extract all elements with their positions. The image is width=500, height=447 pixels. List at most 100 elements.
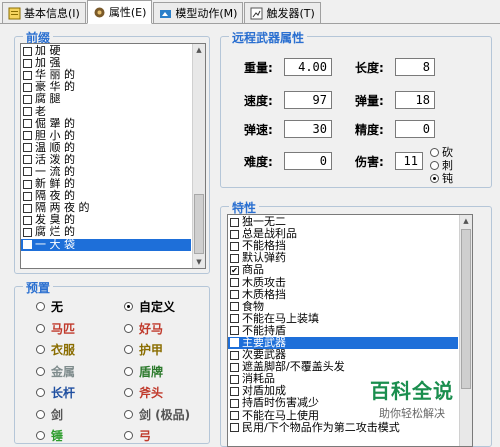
checkbox[interactable] bbox=[230, 290, 239, 300]
checkbox[interactable]: ✔ bbox=[230, 265, 239, 275]
checkbox[interactable] bbox=[23, 58, 32, 68]
field-input[interactable]: 18 bbox=[395, 91, 435, 109]
checkbox[interactable] bbox=[230, 423, 239, 433]
list-item[interactable]: 腐 烂 的 bbox=[21, 226, 191, 238]
radio-button[interactable] bbox=[124, 388, 133, 397]
radio-button[interactable] bbox=[36, 302, 45, 311]
scrollbar-thumb[interactable] bbox=[461, 229, 471, 389]
radio-button[interactable] bbox=[124, 302, 133, 311]
preset-radio[interactable]: 锤 bbox=[36, 427, 63, 444]
checkbox[interactable] bbox=[23, 143, 32, 153]
checkbox[interactable] bbox=[230, 241, 239, 251]
preset-radio[interactable]: 马匹 bbox=[36, 320, 75, 337]
radio-button[interactable] bbox=[36, 323, 45, 333]
preset-radio[interactable]: 长杆 bbox=[36, 384, 75, 401]
list-item[interactable]: 老 bbox=[21, 105, 191, 117]
list-item[interactable]: 木质格挡 bbox=[228, 288, 458, 301]
list-item[interactable]: 胆 小 的 bbox=[21, 129, 191, 142]
field-input[interactable]: 8 bbox=[395, 58, 435, 76]
preset-radio[interactable]: 护甲 bbox=[124, 341, 163, 358]
field-input[interactable]: 4.00 bbox=[284, 58, 332, 76]
scroll-up-icon[interactable]: ▲ bbox=[193, 44, 205, 56]
list-item[interactable]: ✔ 一 大 袋 bbox=[21, 238, 191, 251]
checkbox[interactable] bbox=[230, 229, 239, 239]
checkbox[interactable] bbox=[23, 227, 32, 237]
list-item[interactable]: 木质攻击 bbox=[228, 276, 458, 288]
tab-attributes[interactable]: 属性(E) bbox=[86, 0, 153, 24]
list-item[interactable]: ✔ 商品 bbox=[228, 264, 458, 276]
field-input[interactable]: 97 bbox=[284, 91, 332, 109]
radio-button[interactable] bbox=[430, 173, 439, 183]
list-item[interactable]: 腐 腿 bbox=[21, 93, 191, 105]
list-item[interactable]: 食物 bbox=[228, 300, 458, 313]
damage-type-radio[interactable]: 钝 bbox=[430, 170, 453, 186]
field-input[interactable]: 0 bbox=[284, 152, 332, 170]
radio-button[interactable] bbox=[36, 431, 45, 440]
radio-button[interactable] bbox=[36, 409, 45, 419]
checkbox[interactable] bbox=[23, 215, 32, 225]
checkbox[interactable] bbox=[230, 302, 239, 312]
checkbox[interactable] bbox=[23, 119, 32, 129]
radio-button[interactable] bbox=[124, 323, 133, 333]
checkbox[interactable] bbox=[230, 386, 239, 396]
tab-basic-info[interactable]: 基本信息(I) bbox=[2, 2, 86, 23]
radio-button[interactable] bbox=[124, 409, 133, 419]
radio-button[interactable] bbox=[36, 388, 45, 397]
preset-radio[interactable]: 剑 bbox=[36, 406, 63, 423]
prefix-scrollbar[interactable]: ▲ ▼ bbox=[192, 44, 205, 268]
checkbox[interactable] bbox=[230, 326, 239, 336]
radio-button[interactable] bbox=[36, 366, 45, 376]
list-item[interactable]: 倔 犟 的 bbox=[21, 117, 191, 130]
preset-radio[interactable]: 自定义 bbox=[124, 298, 175, 315]
checkbox[interactable] bbox=[23, 82, 32, 92]
scroll-down-icon[interactable]: ▼ bbox=[193, 256, 205, 268]
field-input[interactable]: 0 bbox=[395, 120, 435, 138]
checkbox[interactable] bbox=[23, 167, 32, 177]
checkbox[interactable] bbox=[23, 94, 32, 104]
checkbox[interactable] bbox=[23, 203, 32, 213]
scrollbar-thumb[interactable] bbox=[194, 194, 204, 254]
preset-radio[interactable]: 弓 bbox=[124, 427, 151, 444]
preset-radio[interactable]: 好马 bbox=[124, 320, 163, 337]
traits-scrollbar[interactable]: ▲ bbox=[459, 215, 472, 446]
checkbox[interactable] bbox=[230, 398, 239, 408]
checkbox[interactable] bbox=[23, 107, 32, 117]
checkbox[interactable] bbox=[23, 70, 32, 80]
checkbox[interactable] bbox=[230, 314, 239, 324]
preset-radio[interactable]: 衣服 bbox=[36, 341, 75, 358]
checkbox[interactable] bbox=[23, 155, 32, 165]
checkbox[interactable] bbox=[23, 179, 32, 189]
radio-button[interactable] bbox=[430, 147, 439, 157]
checkbox[interactable] bbox=[23, 46, 32, 56]
scroll-up-icon[interactable]: ▲ bbox=[460, 215, 472, 227]
checkbox[interactable]: ✔ bbox=[230, 338, 239, 348]
radio-button[interactable] bbox=[430, 160, 439, 170]
checkbox[interactable] bbox=[230, 362, 239, 372]
field-input[interactable]: 30 bbox=[284, 120, 332, 138]
checkbox[interactable] bbox=[230, 217, 239, 227]
checkbox[interactable] bbox=[230, 253, 239, 263]
checkbox[interactable] bbox=[230, 350, 239, 360]
preset-radio[interactable]: 金属 bbox=[36, 363, 75, 380]
radio-button[interactable] bbox=[124, 431, 133, 440]
radio-button[interactable] bbox=[36, 345, 45, 354]
checkbox[interactable] bbox=[230, 374, 239, 384]
preset-radio[interactable]: 无 bbox=[36, 298, 63, 315]
preset-radio[interactable]: 盾牌 bbox=[124, 363, 163, 380]
prefix-items: 加 硬加 强华 丽 的豪 华 的腐 腿老倔 犟 的胆 小 的温 顺 的活 泼 的… bbox=[21, 45, 191, 251]
field-label: 弹速: bbox=[244, 122, 273, 137]
preset-radio[interactable]: 剑 (极品) bbox=[124, 406, 190, 423]
checkbox[interactable] bbox=[230, 278, 239, 288]
preset-radio[interactable]: 斧头 bbox=[124, 384, 163, 401]
checkbox[interactable]: ✔ bbox=[23, 240, 32, 250]
checkbox[interactable] bbox=[230, 411, 239, 421]
checkbox[interactable] bbox=[23, 131, 32, 141]
checkbox[interactable] bbox=[23, 191, 32, 201]
tab-trigger[interactable]: 触发器(T) bbox=[244, 2, 321, 23]
list-item[interactable]: 民用/下个物品作为第二攻击模式 bbox=[228, 421, 458, 434]
radio-button[interactable] bbox=[124, 366, 133, 376]
field-input[interactable]: 11 bbox=[395, 152, 423, 170]
prefix-list[interactable]: 加 硬加 强华 丽 的豪 华 的腐 腿老倔 犟 的胆 小 的温 顺 的活 泼 的… bbox=[20, 43, 206, 269]
tab-model-action[interactable]: 模型动作(M) bbox=[153, 2, 244, 23]
radio-button[interactable] bbox=[124, 345, 133, 354]
